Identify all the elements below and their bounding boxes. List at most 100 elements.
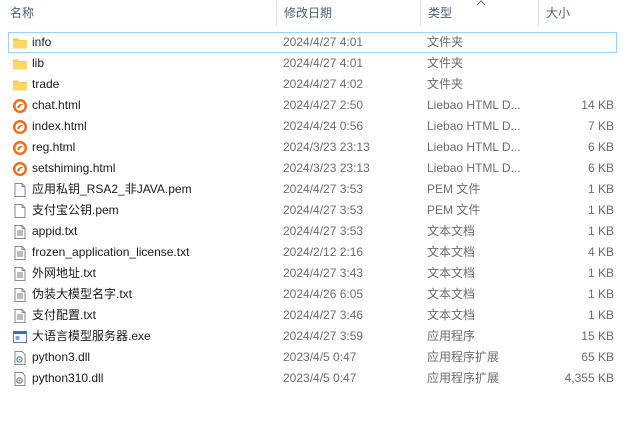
file-name: appid.txt — [32, 224, 78, 238]
column-header-type-label: 类型 — [428, 6, 453, 20]
file-row[interactable]: 外网地址.txt 2024/4/27 3:43 文本文档 1 KB — [8, 263, 617, 284]
file-name: python3.dll — [32, 350, 91, 364]
file-name: setshiming.html — [32, 161, 116, 175]
file-size: 6 KB — [587, 140, 614, 154]
folder-icon — [12, 77, 28, 93]
file-type: 文本文档 — [427, 308, 476, 322]
file-date: 2024/4/27 3:43 — [283, 266, 364, 280]
file-date: 2024/3/23 23:13 — [283, 161, 370, 175]
file-row[interactable]: 应用私钥_RSA2_非JAVA.pem 2024/4/27 3:53 PEM 文件 1… — [8, 179, 617, 200]
file-row[interactable]: python3.dll 2023/4/5 0:47 应用程序扩展 65 KB — [8, 347, 617, 368]
column-header-name[interactable]: 名称 — [0, 0, 276, 26]
file-date: 2024/4/26 6:05 — [283, 287, 364, 301]
file-size: 1 KB — [587, 224, 614, 238]
file-row[interactable]: setshiming.html 2024/3/23 23:13 Liebao HTM… — [8, 158, 617, 179]
liebao-html-icon — [12, 161, 28, 177]
column-header-name-label: 名称 — [10, 6, 35, 20]
text-file-icon — [12, 287, 28, 303]
file-type: 应用程序扩展 — [427, 371, 500, 385]
file-size — [537, 33, 614, 52]
file-date: 2024/4/27 3:53 — [283, 203, 364, 217]
file-name: 外网地址.txt — [32, 266, 97, 280]
liebao-html-icon — [12, 140, 28, 156]
file-date: 2024/4/27 4:01 — [283, 56, 364, 70]
file-row[interactable]: reg.html 2024/3/23 23:13 Liebao HTML D... 6… — [8, 137, 617, 158]
file-date: 2024/3/23 23:13 — [283, 140, 370, 154]
file-date: 2024/4/27 4:01 — [283, 35, 364, 49]
file-name: lib — [32, 56, 45, 70]
file-type: PEM 文件 — [427, 203, 481, 217]
file-type: 文本文档 — [427, 245, 476, 259]
file-type: Liebao HTML D... — [427, 119, 521, 133]
file-row[interactable]: index.html 2024/4/24 0:56 Liebao HTML D...… — [8, 116, 617, 137]
file-name: 大语言模型服务器.exe — [32, 329, 151, 343]
file-type: 文件夹 — [427, 35, 464, 49]
file-name: 应用私钥_RSA2_非JAVA.pem — [32, 182, 192, 196]
blank-file-icon — [12, 182, 28, 198]
file-size: 1 KB — [587, 308, 614, 322]
file-size: 1 KB — [587, 287, 614, 301]
file-size: 14 KB — [581, 98, 614, 112]
file-row[interactable]: frozen_application_license.txt 2024/2/12 … — [8, 242, 617, 263]
file-type: Liebao HTML D... — [427, 98, 521, 112]
file-size: 65 KB — [581, 350, 614, 364]
file-name: trade — [32, 77, 60, 91]
text-file-icon — [12, 245, 28, 261]
file-size: 1 KB — [587, 266, 614, 280]
file-type: 文本文档 — [427, 224, 476, 238]
file-date: 2024/4/27 2:50 — [283, 98, 364, 112]
file-name: info — [32, 35, 52, 49]
file-date: 2024/4/27 3:59 — [283, 329, 364, 343]
file-date: 2024/4/24 0:56 — [283, 119, 364, 133]
file-type: 应用程序 — [427, 329, 476, 343]
file-date: 2024/4/27 3:53 — [283, 182, 364, 196]
file-row[interactable]: info 2024/4/27 4:01 文件夹 — [8, 32, 617, 53]
file-name: index.html — [32, 119, 87, 133]
column-header-date[interactable]: 修改日期 — [274, 0, 420, 26]
file-size: 1 KB — [587, 182, 614, 196]
file-row[interactable]: lib 2024/4/27 4:01 文件夹 — [8, 53, 617, 74]
blank-file-icon — [12, 203, 28, 219]
file-size: 4,355 KB — [564, 371, 614, 385]
file-type: PEM 文件 — [427, 182, 481, 196]
file-size: 1 KB — [587, 203, 614, 217]
sort-arrow-icon — [476, 0, 486, 6]
file-date: 2024/4/27 4:02 — [283, 77, 364, 91]
file-row[interactable]: 支付宝公钥.pem 2024/4/27 3:53 PEM 文件 1 KB — [8, 200, 617, 221]
file-size — [537, 54, 614, 73]
file-type: Liebao HTML D... — [427, 161, 521, 175]
file-row[interactable]: chat.html 2024/4/27 2:50 Liebao HTML D... 1… — [8, 95, 617, 116]
column-header-size[interactable]: 大小 — [536, 0, 631, 26]
file-row[interactable]: 大语言模型服务器.exe 2024/4/27 3:59 应用程序 15 KB — [8, 326, 617, 347]
file-row[interactable]: appid.txt 2024/4/27 3:53 文本文档 1 KB — [8, 221, 617, 242]
file-name: 支付宝公钥.pem — [32, 203, 119, 217]
file-type: 文件夹 — [427, 56, 464, 70]
file-date: 2023/4/5 0:47 — [283, 350, 357, 364]
file-size: 6 KB — [587, 161, 614, 175]
file-date: 2023/4/5 0:47 — [283, 371, 357, 385]
folder-icon — [12, 56, 28, 72]
exe-icon — [12, 329, 28, 345]
file-type: 应用程序扩展 — [427, 350, 500, 364]
file-type: 文件夹 — [427, 77, 464, 91]
file-row[interactable]: python310.dll 2023/4/5 0:47 应用程序扩展 4,355 KB — [8, 368, 617, 389]
folder-icon — [12, 35, 28, 51]
file-type: Liebao HTML D... — [427, 140, 521, 154]
file-name: frozen_application_license.txt — [32, 245, 190, 259]
file-name: chat.html — [32, 98, 81, 112]
text-file-icon — [12, 308, 28, 324]
liebao-html-icon — [12, 98, 28, 114]
dll-icon — [12, 371, 28, 387]
column-header: 名称 修改日期 类型 大小 — [0, 0, 631, 26]
file-name: 伪装大模型名字.txt — [32, 287, 133, 301]
file-name: reg.html — [32, 140, 76, 154]
file-row[interactable]: 伪装大模型名字.txt 2024/4/26 6:05 文本文档 1 KB — [8, 284, 617, 305]
file-row[interactable]: 支付配置.txt 2024/4/27 3:46 文本文档 1 KB — [8, 305, 617, 326]
liebao-html-icon — [12, 119, 28, 135]
file-row[interactable]: trade 2024/4/27 4:02 文件夹 — [8, 74, 617, 95]
file-date: 2024/4/27 3:46 — [283, 308, 364, 322]
file-size — [537, 75, 614, 94]
file-date: 2024/4/27 3:53 — [283, 224, 364, 238]
file-size: 15 KB — [581, 329, 614, 343]
text-file-icon — [12, 266, 28, 282]
